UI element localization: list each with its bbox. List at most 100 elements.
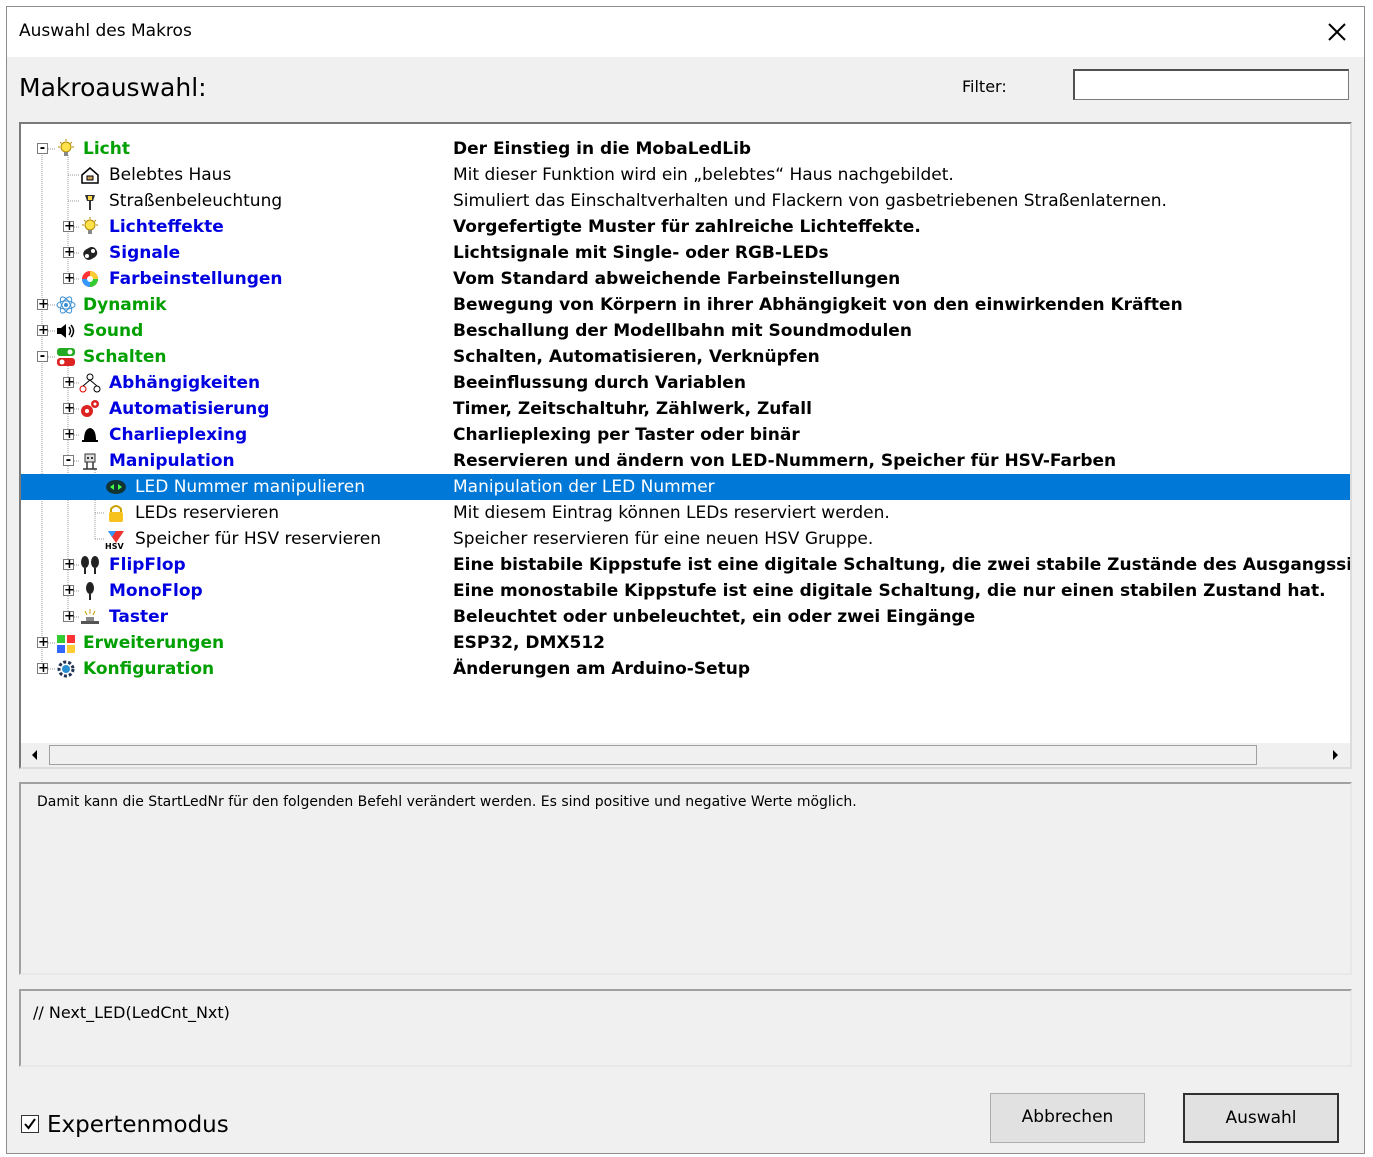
expand-toggle[interactable]: +: [37, 324, 49, 337]
tree-row-label: Schalten: [83, 347, 167, 367]
tree-row[interactable]: + Abhängigkeiten Beeinflussung durch Varia…: [21, 370, 1350, 396]
tree-row-description: Eine monostabile Kippstufe ist eine digi…: [453, 581, 1326, 601]
collapse-toggle[interactable]: -: [63, 454, 74, 467]
tree-row-description: Reservieren und ändern von LED-Nummern, …: [453, 451, 1117, 471]
tree-row[interactable]: Straßenbeleuchtung Simuliert das Einschal…: [21, 188, 1350, 214]
tree-row[interactable]: - Licht Der Einstieg in die MobaLedLib: [21, 136, 1350, 162]
expand-toggle[interactable]: +: [63, 246, 75, 259]
expand-toggle[interactable]: +: [37, 636, 49, 649]
tree-row[interactable]: + MonoFlop Eine monostabile Kippstufe ist …: [21, 578, 1350, 604]
tree-row[interactable]: + Lichteffekte Vorgefertigte Muster für za…: [21, 214, 1350, 240]
tree-row-label: Abhängigkeiten: [109, 373, 261, 393]
tree-row-label: Manipulation: [109, 451, 235, 471]
tree-row-label: Taster: [109, 607, 169, 627]
tree-row-label: Erweiterungen: [83, 633, 225, 653]
select-button[interactable]: Auswahl: [1183, 1093, 1339, 1143]
description-text: Damit kann die StartLedNr für den folgen…: [37, 794, 857, 810]
expand-toggle[interactable]: +: [37, 298, 49, 311]
tree-row[interactable]: + FlipFlop Eine bistabile Kippstufe ist ei…: [21, 552, 1352, 578]
tree-row[interactable]: + Signale Lichtsignale mit Single- oder RG…: [21, 240, 1350, 266]
expert-mode-label: Expertenmodus: [47, 1112, 229, 1138]
tree-row-description: Beschallung der Modellbahn mit Soundmodu…: [453, 321, 912, 341]
horizontal-scrollbar[interactable]: [21, 743, 1350, 767]
tree-row[interactable]: + Farbeinstellungen Vom Standard abweichen…: [21, 266, 1350, 292]
tree-row-description: Speicher reservieren für eine neuen HSV …: [453, 529, 874, 549]
tree-row[interactable]: HSV Speicher für HSV reservieren Speicher …: [21, 526, 1350, 552]
expand-toggle[interactable]: +: [63, 402, 75, 415]
expand-toggle[interactable]: +: [63, 558, 75, 571]
tree-row[interactable]: Belebtes Haus Mit dieser Funktion wird ei…: [21, 162, 1350, 188]
tree-row-label: Lichteffekte: [109, 217, 224, 237]
expand-toggle[interactable]: +: [63, 376, 75, 389]
tree-row-description: ESP32, DMX512: [453, 633, 605, 653]
close-button[interactable]: [1320, 15, 1354, 49]
checkmark-icon: [24, 1118, 36, 1130]
bulb-icon: [79, 217, 101, 237]
close-icon: [1328, 23, 1346, 41]
code-preview-text: // Next_LED(LedCnt_Nxt): [33, 1003, 230, 1022]
tree-row[interactable]: + Taster Beleuchtet oder unbeleuchtet, ein…: [21, 604, 1350, 630]
expand-toggle[interactable]: +: [37, 662, 49, 675]
tree-row-label: FlipFlop: [109, 555, 186, 575]
color-wheel-icon: [79, 269, 101, 289]
expand-toggle[interactable]: +: [63, 272, 75, 285]
puzzle-icon: [55, 633, 77, 653]
tree-row[interactable]: + Dynamik Bewegung von Körpern in ihrer Ab…: [21, 292, 1350, 318]
tree-row[interactable]: + Erweiterungen ESP32, DMX512: [21, 630, 1350, 656]
macro-tree[interactable]: - Licht Der Einstieg in die MobaLedLib Bele…: [19, 122, 1352, 769]
tree-row-label: LED Nummer manipulieren: [135, 477, 365, 497]
scrollbar-thumb[interactable]: [49, 745, 1257, 765]
tree-row-description: Timer, Zeitschaltuhr, Zählwerk, Zufall: [453, 399, 812, 419]
street-lamp-icon: [79, 191, 101, 211]
description-panel: Damit kann die StartLedNr für den folgen…: [19, 782, 1352, 975]
tree-row[interactable]: + Konfiguration Änderungen am Arduino-Setu…: [21, 656, 1350, 682]
expand-toggle[interactable]: +: [63, 610, 75, 623]
tree-row-label: Charlieplexing: [109, 425, 248, 445]
tree-row-label: Straßenbeleuchtung: [109, 191, 283, 211]
checkbox-box[interactable]: [21, 1115, 39, 1133]
tree-row[interactable]: LEDs reservieren Mit diesem Eintrag könne…: [21, 500, 1350, 526]
expand-toggle[interactable]: +: [63, 428, 75, 441]
button-icon: [79, 607, 101, 627]
tree-row-label: Sound: [83, 321, 144, 341]
bulb-icon: [55, 139, 77, 159]
tree-row-label: MonoFlop: [109, 581, 203, 601]
tree-row-description: Eine bistabile Kippstufe ist eine digita…: [453, 555, 1352, 575]
switch-icon: [55, 347, 77, 367]
house-icon: [79, 165, 101, 185]
tree-row-label: Belebtes Haus: [109, 165, 232, 185]
scroll-right-button[interactable]: [1323, 745, 1347, 765]
tree-row[interactable]: LED Nummer manipulieren Manipulation der …: [21, 474, 1350, 500]
collapse-toggle[interactable]: -: [37, 142, 48, 155]
scroll-left-button[interactable]: [23, 745, 47, 765]
tree-row-description: Vorgefertigte Muster für zahlreiche Lich…: [453, 217, 921, 237]
tree-row-label: Farbeinstellungen: [109, 269, 283, 289]
tree-row-description: Schalten, Automatisieren, Verknüpfen: [453, 347, 820, 367]
tree-row[interactable]: - Manipulation Reservieren und ändern von …: [21, 448, 1350, 474]
monoflop-icon: [79, 581, 101, 601]
tree-row-description: Bewegung von Körpern in ihrer Abhängigke…: [453, 295, 1183, 315]
tree-row-description: Beeinflussung durch Variablen: [453, 373, 746, 393]
svg-text:HSV: HSV: [105, 542, 124, 549]
tree-row-description: Mit diesem Eintrag können LEDs reservier…: [453, 503, 890, 523]
bell-icon: [79, 425, 101, 445]
collapse-toggle[interactable]: -: [37, 350, 48, 363]
code-preview-panel: // Next_LED(LedCnt_Nxt): [19, 989, 1352, 1067]
tree-row-description: Vom Standard abweichende Farbeinstellung…: [453, 269, 901, 289]
tree-row-label: LEDs reservieren: [135, 503, 280, 523]
expand-toggle[interactable]: +: [63, 220, 75, 233]
tree-row[interactable]: + Sound Beschallung der Modellbahn mit Sou…: [21, 318, 1350, 344]
filter-label: Filter:: [962, 77, 1007, 96]
tree-row[interactable]: + Automatisierung Timer, Zeitschaltuhr, Zä…: [21, 396, 1350, 422]
tree-row-label: Licht: [83, 139, 130, 159]
macro-dialog: Auswahl des Makros Makroauswahl: Filter:…: [6, 6, 1365, 1154]
title-bar: Auswahl des Makros: [7, 7, 1364, 57]
signal-icon: [79, 243, 101, 263]
window-title: Auswahl des Makros: [19, 21, 192, 41]
filter-input[interactable]: [1073, 69, 1349, 100]
arrow-right-icon: [1333, 750, 1338, 760]
cancel-button[interactable]: Abbrechen: [990, 1093, 1145, 1143]
tree-row[interactable]: + Charlieplexing Charlieplexing per Taster…: [21, 422, 1350, 448]
tree-row[interactable]: - Schalten Schalten, Automatisieren, Verkn…: [21, 344, 1350, 370]
expand-toggle[interactable]: +: [63, 584, 75, 597]
